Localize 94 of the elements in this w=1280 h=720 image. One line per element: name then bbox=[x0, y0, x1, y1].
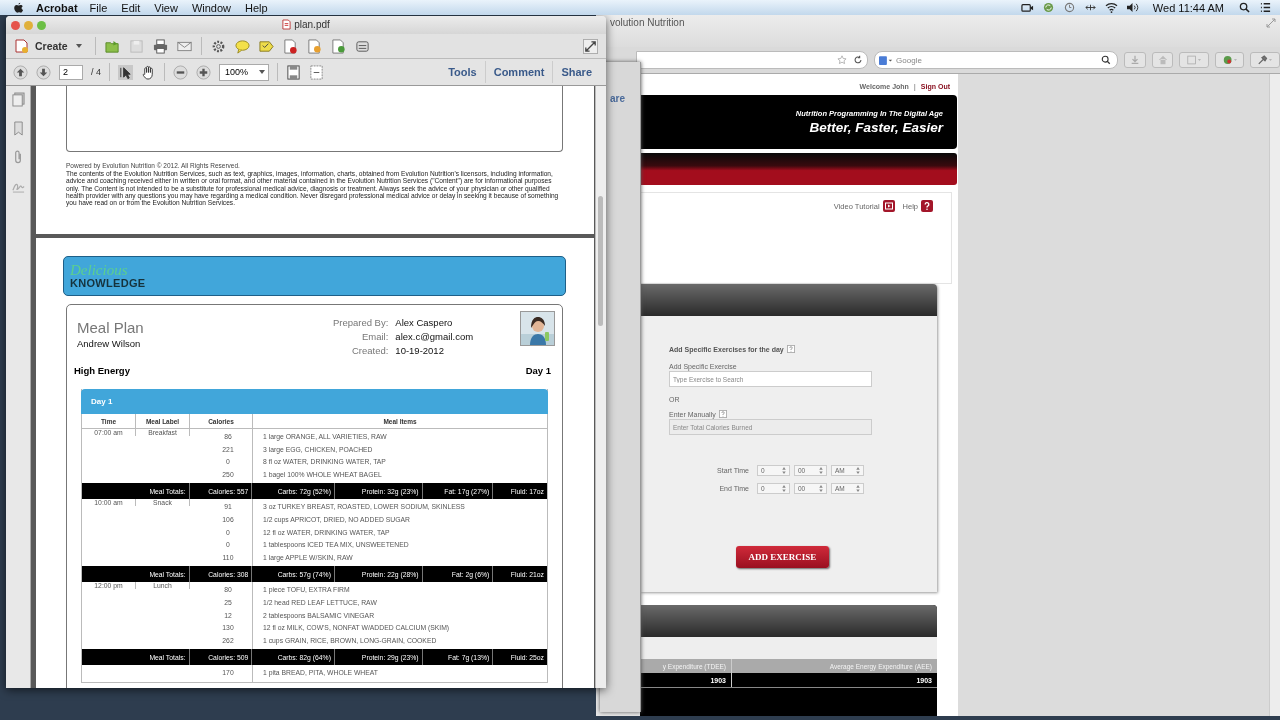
menu-item[interactable]: Edit bbox=[121, 1, 141, 14]
settings-icon[interactable] bbox=[210, 38, 226, 54]
pane-tab[interactable]: Comment bbox=[484, 61, 553, 83]
star-icon[interactable] bbox=[837, 55, 848, 65]
tag-icon[interactable] bbox=[258, 38, 274, 54]
tools-button[interactable] bbox=[1250, 52, 1280, 68]
search-input[interactable]: Google bbox=[896, 55, 1099, 65]
caret-icon[interactable] bbox=[259, 70, 265, 74]
add-exercise-button[interactable]: ADD EXERCISE bbox=[736, 546, 829, 568]
bookmark-icon[interactable] bbox=[11, 121, 25, 136]
video-icon[interactable] bbox=[882, 200, 895, 212]
hand-tool-icon[interactable] bbox=[141, 64, 156, 80]
window-title: plan.pdf bbox=[294, 19, 330, 30]
caret-icon[interactable] bbox=[75, 44, 82, 48]
logo-script: Delicious bbox=[70, 263, 129, 278]
print-icon[interactable] bbox=[152, 38, 168, 54]
expand-icon[interactable] bbox=[583, 38, 598, 54]
logo-word: KNOWLEDGE bbox=[70, 278, 146, 289]
comment-icon[interactable] bbox=[234, 38, 250, 54]
detail-label: Created: bbox=[350, 345, 389, 356]
fullscreen-icon[interactable] bbox=[1266, 18, 1276, 28]
camera-icon[interactable] bbox=[1020, 2, 1034, 13]
document-icon[interactable] bbox=[330, 38, 346, 54]
pdf-file-icon bbox=[282, 19, 292, 30]
table-title: Day 1 bbox=[91, 397, 113, 406]
plan-title: Meal Plan bbox=[77, 319, 144, 336]
minimize-button[interactable] bbox=[24, 20, 33, 30]
app-menu[interactable]: Acrobat bbox=[36, 1, 78, 14]
detail-label: Prepared By: bbox=[331, 317, 389, 328]
slogan: Better, Faster, Easier bbox=[809, 120, 943, 135]
menu-item[interactable]: Window bbox=[191, 1, 232, 14]
fit-page-icon[interactable] bbox=[286, 64, 301, 80]
search-engine-icon[interactable] bbox=[879, 55, 894, 65]
address-field[interactable] bbox=[636, 51, 869, 69]
scanner-icon[interactable] bbox=[354, 38, 370, 54]
create-button[interactable]: Create bbox=[14, 38, 82, 54]
search-icon[interactable] bbox=[1238, 2, 1251, 13]
pane-label: are bbox=[610, 93, 625, 104]
sidebar-icon[interactable] bbox=[1187, 55, 1202, 65]
sidebar-button[interactable] bbox=[1179, 52, 1209, 68]
zoom-field[interactable]: 100% bbox=[219, 63, 269, 81]
list-icon[interactable] bbox=[1259, 2, 1272, 13]
zoom-out-icon[interactable] bbox=[173, 64, 188, 80]
download-button[interactable] bbox=[1124, 52, 1146, 68]
document-icon[interactable] bbox=[306, 38, 322, 54]
detail-value: Alex Caspero bbox=[395, 317, 454, 328]
stepper-icon[interactable] bbox=[819, 467, 823, 474]
clock-icon[interactable] bbox=[1062, 2, 1076, 13]
scrollbar[interactable] bbox=[595, 86, 606, 688]
next-page-icon[interactable] bbox=[36, 64, 51, 80]
addon-button[interactable] bbox=[1214, 52, 1245, 68]
menu-item[interactable]: File bbox=[89, 1, 108, 14]
sync-icon[interactable] bbox=[1041, 2, 1055, 13]
wifi-icon[interactable] bbox=[1104, 2, 1118, 13]
stepper-icon[interactable] bbox=[782, 485, 786, 492]
open-folder-icon[interactable] bbox=[104, 38, 120, 54]
client-name: Andrew Wilson bbox=[77, 338, 142, 349]
detail-value: 10-19-2012 bbox=[395, 345, 445, 356]
menu-item[interactable]: View bbox=[154, 1, 178, 14]
zoom-button[interactable] bbox=[37, 20, 46, 30]
reload-icon[interactable] bbox=[853, 55, 864, 65]
arrows-icon[interactable] bbox=[1083, 2, 1097, 13]
help-icon[interactable] bbox=[921, 200, 933, 212]
stepper-icon[interactable] bbox=[782, 467, 786, 474]
stepper-icon[interactable] bbox=[819, 485, 823, 492]
search-icon[interactable] bbox=[1101, 55, 1112, 65]
stepper-icon[interactable] bbox=[856, 485, 860, 492]
fit-width-icon[interactable] bbox=[309, 64, 324, 80]
scrollbar[interactable] bbox=[1269, 74, 1280, 716]
stepper-icon[interactable] bbox=[856, 467, 860, 474]
search-bar[interactable]: Google bbox=[874, 51, 1119, 69]
menu-item[interactable]: Help bbox=[245, 1, 268, 14]
pane-tab[interactable]: Share bbox=[552, 61, 600, 83]
page-count: / 4 bbox=[91, 67, 101, 77]
create-pdf-icon[interactable] bbox=[14, 38, 30, 54]
select-tool-icon[interactable] bbox=[118, 64, 133, 80]
apple-icon[interactable] bbox=[13, 1, 24, 14]
previous-page-icon[interactable] bbox=[13, 64, 28, 80]
addon-icon[interactable] bbox=[1222, 55, 1237, 65]
detail-label: Email: bbox=[360, 331, 389, 342]
volume-icon[interactable] bbox=[1125, 2, 1139, 13]
close-button[interactable] bbox=[11, 20, 20, 30]
zoom-in-icon[interactable] bbox=[196, 64, 211, 80]
home-button[interactable] bbox=[1151, 52, 1174, 68]
document-icon[interactable] bbox=[282, 38, 298, 54]
plan-day: Day 1 bbox=[525, 365, 551, 376]
eyedropper-icon[interactable] bbox=[1258, 55, 1273, 65]
pages-icon[interactable] bbox=[11, 92, 25, 107]
detail-value: alex.c@gmail.com bbox=[395, 331, 475, 342]
menu-clock[interactable]: Wed 11:44 AM bbox=[1152, 1, 1224, 14]
window-title: volution Nutrition bbox=[610, 17, 685, 28]
plan-name: High Energy bbox=[74, 365, 130, 376]
page-number-field[interactable]: 2 bbox=[59, 64, 83, 80]
pane-tab[interactable]: Tools bbox=[440, 61, 485, 83]
